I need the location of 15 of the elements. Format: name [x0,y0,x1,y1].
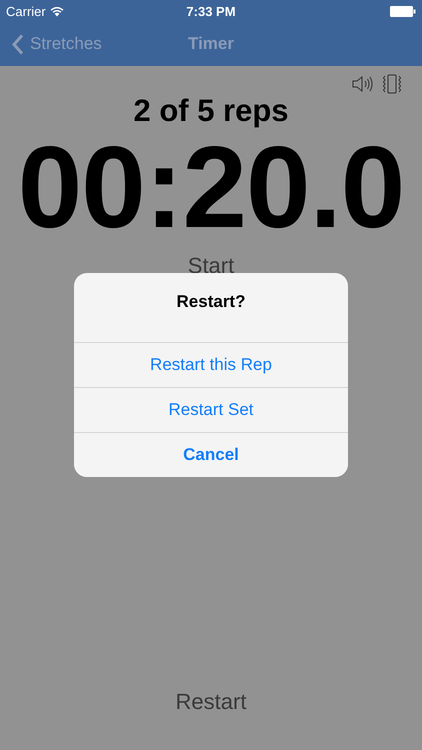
alert-action-button[interactable]: Cancel [74,432,348,477]
wifi-icon [50,6,64,16]
start-button[interactable]: Start [188,253,234,279]
carrier-label: Carrier [6,4,46,18]
back-chevron-icon [12,34,24,54]
speaker-icon[interactable] [352,76,374,92]
alert-title: Restart? [176,291,246,313]
back-button[interactable]: Stretches [12,22,102,66]
nav-title: Timer [188,34,234,54]
restart-button[interactable]: Restart [176,689,246,715]
reps-counter: 2 of 5 reps [133,93,289,129]
battery-icon [390,6,416,16]
status-time: 7:33 PM [186,4,236,18]
timer-display: 00:20.0 [18,129,404,245]
vibrate-icon[interactable] [382,74,402,94]
